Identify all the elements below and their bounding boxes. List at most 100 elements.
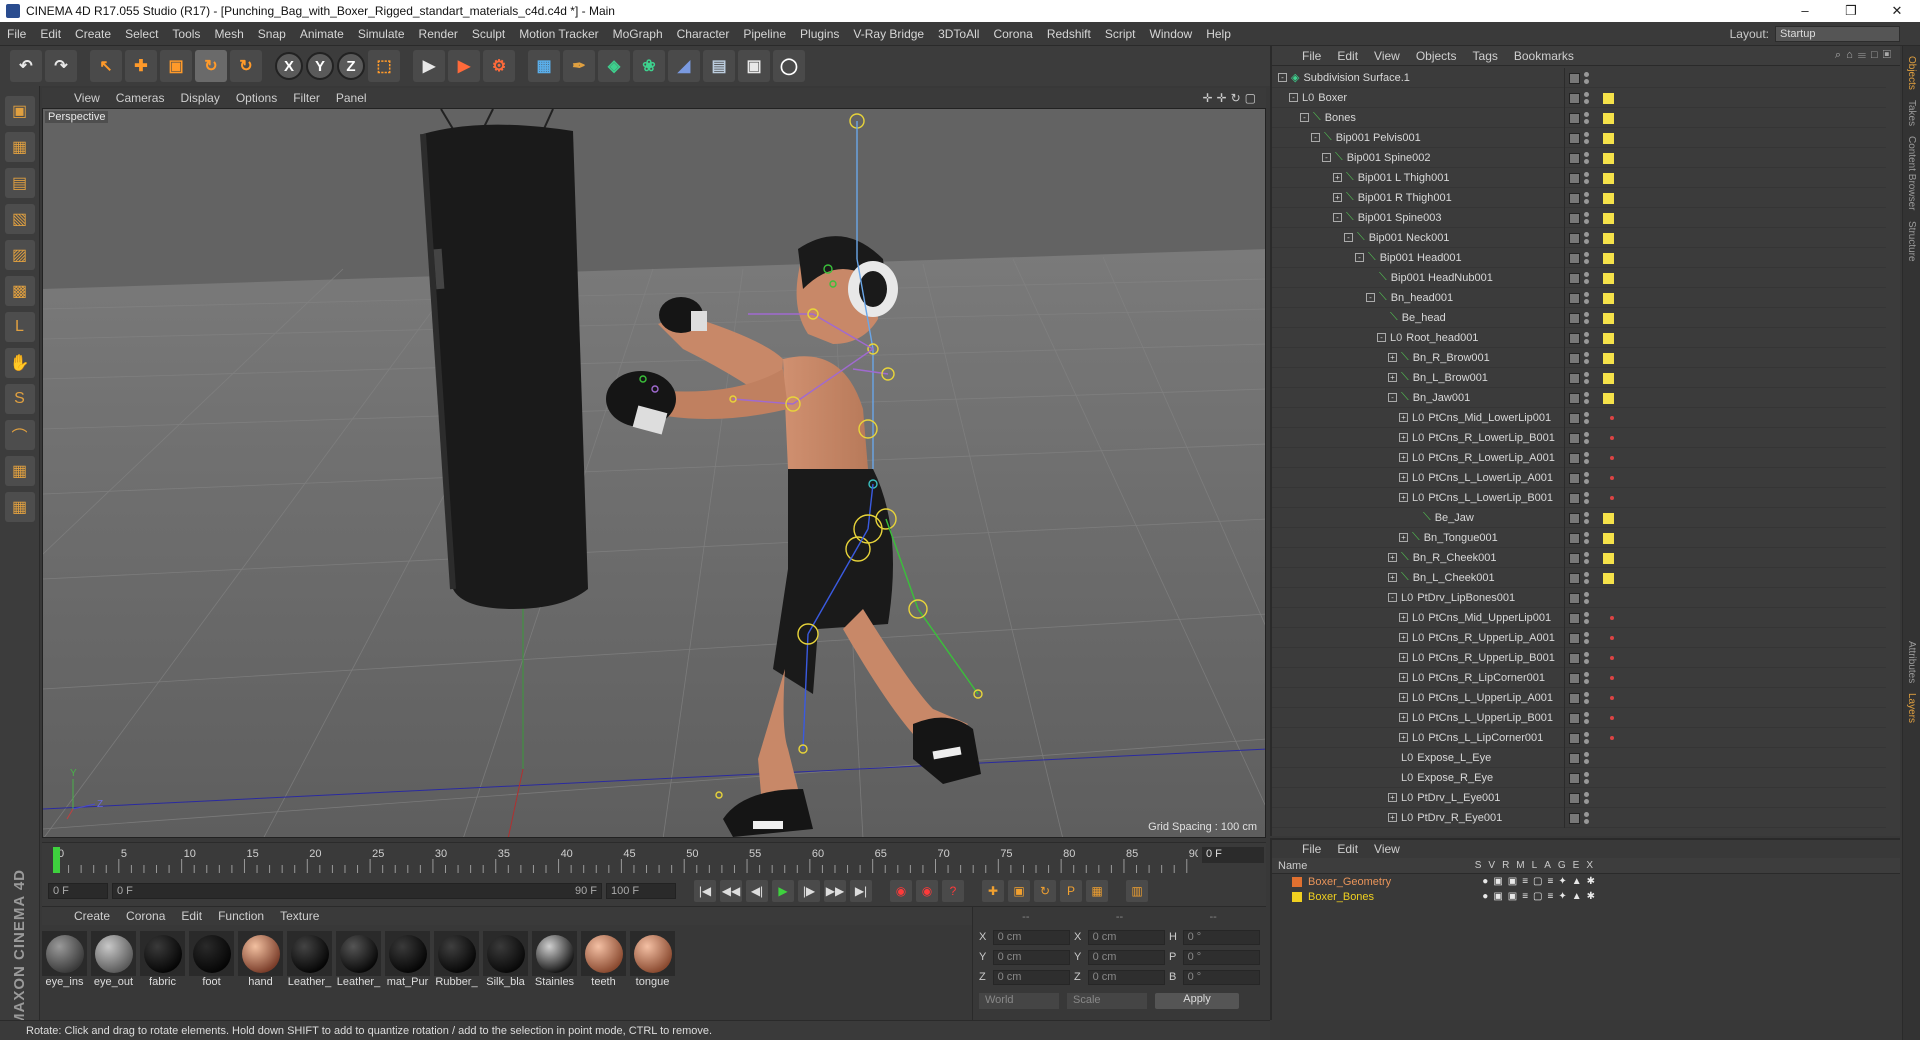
material-preview[interactable] [630, 931, 675, 976]
editor-visibility-dot[interactable] [1584, 592, 1589, 597]
next-key-button[interactable]: ▶▶ [824, 880, 846, 902]
expand-toggle-icon[interactable]: + [1388, 353, 1397, 362]
editor-visibility-dot[interactable] [1584, 672, 1589, 677]
object-name[interactable]: Bip001 Neck001 [1369, 232, 1450, 244]
layer-color-swatch[interactable] [1569, 352, 1580, 364]
material-menu-texture[interactable]: Texture [272, 909, 327, 923]
expand-toggle-icon[interactable]: + [1399, 693, 1408, 702]
goto-end-button[interactable]: ▶| [850, 880, 872, 902]
object-name[interactable]: PtCns_L_LipCorner001 [1428, 732, 1543, 744]
expand-toggle-icon[interactable]: + [1399, 713, 1408, 722]
visibility-dots[interactable] [1584, 632, 1589, 644]
object-name[interactable]: Bn_L_Cheek001 [1413, 572, 1495, 584]
material-preview[interactable] [434, 931, 479, 976]
render-visibility-dot[interactable] [1584, 299, 1589, 304]
material-preview[interactable] [189, 931, 234, 976]
render-visibility-dot[interactable] [1584, 99, 1589, 104]
rotate-tool-icon[interactable]: ↻ [195, 50, 227, 82]
menu-create[interactable]: Create [68, 27, 118, 41]
object-row[interactable]: + ⟍ Bip001 R Thigh001 [1272, 188, 1886, 208]
render-visibility-dot[interactable] [1584, 119, 1589, 124]
render-visibility-dot[interactable] [1584, 679, 1589, 684]
undo-icon[interactable]: ↶ [10, 50, 42, 82]
render-visibility-dot[interactable] [1584, 419, 1589, 424]
mode-tool-1[interactable]: ▦ [4, 132, 35, 162]
mode-tool-9[interactable]: ⌒ [4, 420, 35, 450]
object-tag[interactable] [1603, 252, 1614, 264]
object-name[interactable]: Bip001 Spine002 [1347, 152, 1431, 164]
material-preview[interactable] [140, 931, 185, 976]
render-visibility-dot[interactable] [1584, 759, 1589, 764]
object-name[interactable]: Be_Jaw [1435, 512, 1474, 524]
record-parameter-button[interactable]: P [1060, 880, 1082, 902]
preview-range-slider[interactable]: 0 F 90 F [112, 883, 602, 899]
render-visibility-dot[interactable] [1584, 319, 1589, 324]
object-name[interactable]: Bip001 Spine003 [1358, 212, 1442, 224]
expand-toggle-icon[interactable]: - [1311, 133, 1320, 142]
menu-mograph[interactable]: MoGraph [606, 27, 670, 41]
editor-visibility-dot[interactable] [1584, 552, 1589, 557]
object-name[interactable]: Bn_R_Brow001 [1413, 352, 1490, 364]
object-name[interactable]: PtDrv_L_Eye001 [1417, 792, 1500, 804]
camera-icon[interactable]: ▣ [738, 50, 770, 82]
menu-help[interactable]: Help [1199, 27, 1238, 41]
object-name[interactable]: PtCns_R_UpperLip_B001 [1428, 652, 1555, 664]
menu-3dtoall[interactable]: 3DToAll [931, 27, 986, 41]
render-visibility-dot[interactable] [1584, 79, 1589, 84]
object-name[interactable]: PtDrv_LipBones001 [1417, 592, 1515, 604]
object-row[interactable]: + L0 PtCns_L_UpperLip_B001 [1272, 708, 1886, 728]
object-tag[interactable] [1603, 232, 1614, 244]
layer-color-swatch[interactable] [1569, 472, 1580, 484]
menu-motion-tracker[interactable]: Motion Tracker [512, 27, 605, 41]
layer-color-swatch[interactable] [1569, 312, 1580, 324]
object-row[interactable]: L0 Expose_L_Eye [1272, 748, 1886, 768]
object-name[interactable]: PtCns_Mid_LowerLip001 [1428, 412, 1551, 424]
layer-color-swatch[interactable] [1569, 772, 1580, 784]
object-name[interactable]: PtCns_R_LowerLip_A001 [1428, 452, 1555, 464]
layer-name[interactable]: Boxer_Bones [1308, 891, 1374, 903]
visibility-dots[interactable] [1584, 532, 1589, 544]
object-name[interactable]: Root_head001 [1406, 332, 1478, 344]
render-visibility-dot[interactable] [1584, 699, 1589, 704]
editor-visibility-dot[interactable] [1584, 812, 1589, 817]
object-row[interactable]: + L0 PtCns_L_LowerLip_B001 [1272, 488, 1886, 508]
record-pla-button[interactable]: ▦ [1086, 880, 1108, 902]
visibility-dots[interactable] [1584, 732, 1589, 744]
object-tag[interactable] [1603, 312, 1614, 324]
editor-visibility-dot[interactable] [1584, 512, 1589, 517]
deformer-icon[interactable]: ◢ [668, 50, 700, 82]
object-row[interactable]: L0 Expose_R_Eye [1272, 768, 1886, 788]
layer-color-swatch[interactable] [1569, 212, 1580, 224]
constraint-tag-dot[interactable] [1610, 416, 1614, 420]
visibility-dots[interactable] [1584, 332, 1589, 344]
visibility-dots[interactable] [1584, 432, 1589, 444]
editor-visibility-dot[interactable] [1584, 472, 1589, 477]
mode-tool-3[interactable]: ▧ [4, 204, 35, 234]
object-row[interactable]: + ⟍ Bn_R_Cheek001 [1272, 548, 1886, 568]
layer-color-swatch[interactable] [1569, 152, 1580, 164]
object-row[interactable]: - L0 Root_head001 [1272, 328, 1886, 348]
layer-color-swatch[interactable] [1569, 692, 1580, 704]
punching-bag-model[interactable] [420, 109, 588, 609]
cube-primitive-icon[interactable]: ▦ [528, 50, 560, 82]
layer-name[interactable]: Boxer_Geometry [1308, 876, 1391, 888]
layer-color-swatch[interactable] [1569, 532, 1580, 544]
object-tag[interactable] [1603, 332, 1614, 344]
object-row[interactable]: + L0 PtCns_R_UpperLip_A001 [1272, 628, 1886, 648]
visibility-dots[interactable] [1584, 72, 1589, 84]
expand-toggle-icon[interactable]: + [1399, 653, 1408, 662]
render-visibility-dot[interactable] [1584, 739, 1589, 744]
layer-color-swatch[interactable] [1569, 172, 1580, 184]
maximize-button[interactable]: ❒ [1828, 3, 1874, 19]
menu-character[interactable]: Character [670, 27, 737, 41]
object-row[interactable]: + L0 PtCns_L_UpperLip_A001 [1272, 688, 1886, 708]
layer-color-swatch[interactable] [1569, 72, 1580, 84]
material-swatch[interactable]: foot [189, 931, 234, 988]
object-tag[interactable] [1603, 512, 1614, 524]
expand-toggle-icon[interactable]: - [1344, 233, 1353, 242]
editor-visibility-dot[interactable] [1584, 612, 1589, 617]
visibility-dots[interactable] [1584, 752, 1589, 764]
size-value-field[interactable]: 0 cm [1087, 969, 1165, 985]
object-tag[interactable] [1603, 552, 1614, 564]
object-tag[interactable] [1603, 392, 1614, 404]
